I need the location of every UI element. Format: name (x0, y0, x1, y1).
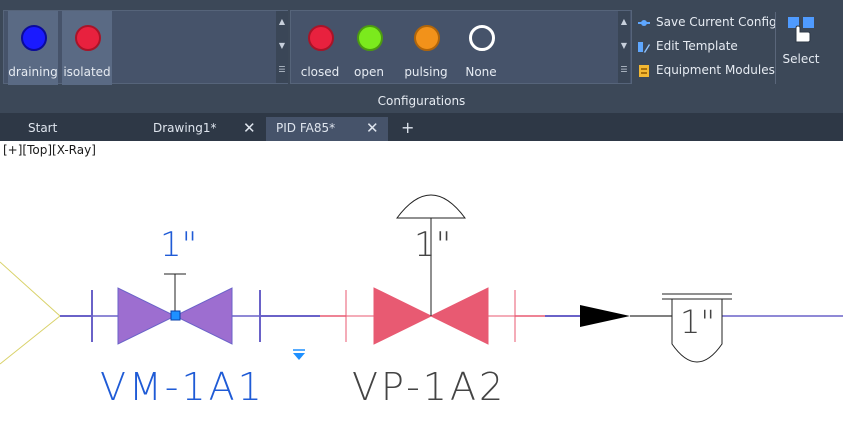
equipment-modules-label: Equipment Modules (656, 63, 775, 77)
state-label: None (465, 65, 497, 79)
viewport-controls[interactable]: [+][Top][X-Ray] (3, 143, 96, 157)
expand-gallery-icon[interactable]: ☰ (618, 59, 630, 81)
yellow-line (0, 261, 61, 365)
gallery-scrollbar[interactable]: ▲ ▼ ☰ (276, 11, 288, 83)
grip-handle-icon[interactable] (170, 310, 181, 321)
drawing-canvas[interactable]: 1" VM-1A1 1" VP-1A2 1" (0, 160, 843, 446)
state-label: open (354, 65, 384, 79)
diaphragm-actuator (396, 194, 466, 219)
equipment-modules-icon (639, 65, 649, 77)
new-tab-button[interactable]: + (397, 117, 417, 141)
state-closed[interactable]: closed (295, 11, 345, 85)
state-label: isolated (63, 65, 111, 79)
valve2-tag: VP-1A2 (352, 365, 506, 409)
scroll-up-icon[interactable]: ▲ (276, 11, 288, 33)
tab-label: Drawing1* (153, 121, 217, 135)
instrument-size: 1" (680, 303, 715, 341)
ribbon: draining isolated ▲ ▼ ☰ closed open puls… (0, 0, 843, 113)
edit-template-label: Edit Template (656, 39, 738, 53)
valve-state-gallery: draining isolated ▲ ▼ ☰ (3, 10, 288, 85)
circle-icon (21, 25, 47, 51)
file-tab-bar: Start Drawing1* ✕ PID FA85* ✕ + (0, 113, 843, 141)
edit-template-icon (638, 42, 650, 53)
tab-start[interactable]: Start (10, 117, 145, 141)
select-button[interactable]: Select (780, 12, 822, 82)
tab-drawing1[interactable]: Drawing1* ✕ (135, 117, 263, 141)
state-pulsing[interactable]: pulsing (401, 11, 451, 85)
state-isolated[interactable]: isolated (62, 11, 112, 85)
dropdown-arrow-icon[interactable] (293, 353, 305, 360)
scroll-down-icon[interactable]: ▼ (618, 35, 630, 57)
valve1-size: 1" (160, 225, 197, 265)
flow-arrow (580, 305, 630, 327)
state-label: draining (8, 65, 58, 79)
gallery-scrollbar[interactable]: ▲ ▼ ☰ (618, 11, 630, 83)
valve1-tag: VM-1A1 (100, 365, 265, 409)
circle-icon (414, 25, 440, 51)
tab-label: Start (28, 121, 58, 135)
scroll-down-icon[interactable]: ▼ (276, 35, 288, 57)
plus-icon: + (401, 118, 415, 137)
save-config-label: Save Current Config (656, 15, 777, 29)
line-state-gallery: closed open pulsing None ▲ ▼ ☰ (290, 10, 632, 84)
circle-outline-icon (469, 25, 495, 51)
scroll-up-icon[interactable]: ▲ (618, 11, 630, 33)
state-label: closed (300, 65, 340, 79)
select-label: Select (782, 52, 820, 66)
close-icon[interactable]: ✕ (243, 119, 256, 137)
state-open[interactable]: open (344, 11, 394, 85)
save-config-icon (638, 20, 650, 26)
tab-pid-fa85[interactable]: PID FA85* ✕ (266, 117, 388, 141)
select-hand-icon (788, 17, 814, 43)
circle-icon (308, 25, 334, 51)
circle-icon (75, 25, 101, 51)
state-label: pulsing (404, 65, 448, 79)
tab-label: PID FA85* (276, 121, 336, 135)
valve2-size: 1" (414, 225, 451, 265)
ribbon-separator (775, 12, 776, 84)
panel-title: Configurations (377, 94, 466, 108)
expand-gallery-icon[interactable]: ☰ (276, 59, 288, 81)
state-none[interactable]: None (456, 11, 506, 85)
circle-icon (357, 25, 383, 51)
close-icon[interactable]: ✕ (366, 119, 379, 137)
state-draining[interactable]: draining (8, 11, 58, 85)
